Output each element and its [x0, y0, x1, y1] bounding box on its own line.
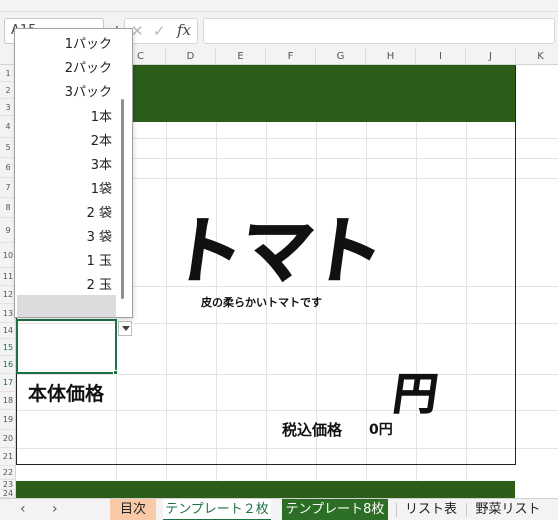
col-header-g[interactable]: G	[316, 48, 366, 65]
row-header[interactable]: 16	[0, 356, 16, 374]
excel-window: A15 ⋮ ✕ ✓ fx B C D E F G H I J K 1 2 3 4…	[0, 0, 558, 520]
formula-input[interactable]	[203, 18, 555, 44]
print-border-right	[515, 65, 516, 465]
dropdown-option[interactable]: 2パック	[65, 57, 112, 76]
product-title: トマト	[164, 208, 388, 294]
tax-price-label: 税込価格	[282, 421, 343, 439]
row-header[interactable]: 22	[0, 466, 16, 480]
col-header-d[interactable]: D	[166, 48, 216, 65]
row-header[interactable]: 17	[0, 374, 16, 392]
sheet-tab-bar: ‹ › 目次 テンプレート２枚 テンプレート8枚 リスト表 野菜リスト	[0, 498, 558, 520]
footer-band	[16, 481, 515, 498]
dropdown-scrollbar[interactable]	[121, 99, 124, 299]
validation-dropdown-list: 1パック 2パック 3パック 1本 2本 3本 1袋 2 袋 3 袋 1 玉 2…	[14, 28, 133, 318]
dropdown-arrow-button[interactable]	[118, 321, 132, 336]
row-header[interactable]: 14	[0, 323, 16, 339]
row-header[interactable]: 15	[0, 339, 16, 356]
chevron-right-icon[interactable]: ›	[52, 501, 58, 517]
tab-template-2[interactable]: テンプレート２枚	[163, 499, 271, 520]
tab-template-8[interactable]: テンプレート8枚	[282, 499, 388, 520]
col-header-k[interactable]: K	[516, 48, 558, 65]
row-header[interactable]: 24	[0, 490, 16, 498]
dropdown-option[interactable]: 1本	[91, 106, 112, 125]
dropdown-option[interactable]: 1袋	[91, 178, 112, 197]
chevron-left-icon[interactable]: ‹	[20, 501, 26, 517]
dropdown-option[interactable]: 3 袋	[87, 226, 112, 245]
dropdown-option[interactable]: 3本	[91, 154, 112, 173]
dropdown-option-blank[interactable]	[17, 295, 116, 317]
col-header-f[interactable]: F	[266, 48, 316, 65]
base-price-label: 本体価格	[28, 383, 105, 405]
dropdown-option[interactable]: 3パック	[65, 81, 112, 100]
product-subtitle: 皮の柔らかいトマトです	[201, 296, 322, 309]
fx-icon[interactable]: fx	[177, 21, 191, 39]
fill-handle[interactable]	[113, 370, 118, 375]
ribbon-remnant	[0, 0, 558, 12]
tax-price-value: 0円	[369, 422, 393, 438]
dropdown-option[interactable]: 1パック	[65, 33, 112, 52]
row-header[interactable]: 21	[0, 448, 16, 466]
dropdown-option[interactable]: 1 玉	[87, 250, 112, 269]
col-header-j[interactable]: J	[466, 48, 516, 65]
print-border-bottom	[16, 464, 515, 465]
col-header-i[interactable]: I	[416, 48, 466, 65]
dropdown-option[interactable]: 2本	[91, 130, 112, 149]
row-header[interactable]: 18	[0, 392, 16, 410]
formula-actions: ✕ ✓ fx	[124, 18, 198, 44]
active-cell[interactable]	[16, 319, 117, 374]
row-header[interactable]: 20	[0, 430, 16, 448]
col-header-e[interactable]: E	[216, 48, 266, 65]
dropdown-option[interactable]: 2 玉	[87, 274, 112, 293]
yen-label: 円	[389, 369, 441, 421]
chevron-down-icon	[122, 326, 130, 331]
tab-vegetable-list[interactable]: 野菜リスト	[470, 499, 546, 520]
dropdown-option[interactable]: 2 袋	[87, 202, 112, 221]
tab-mokuji[interactable]: 目次	[110, 499, 156, 520]
check-icon[interactable]: ✓	[153, 22, 166, 40]
col-header-h[interactable]: H	[366, 48, 416, 65]
row-header[interactable]: 19	[0, 410, 16, 430]
tab-list[interactable]: リスト表	[400, 499, 462, 520]
